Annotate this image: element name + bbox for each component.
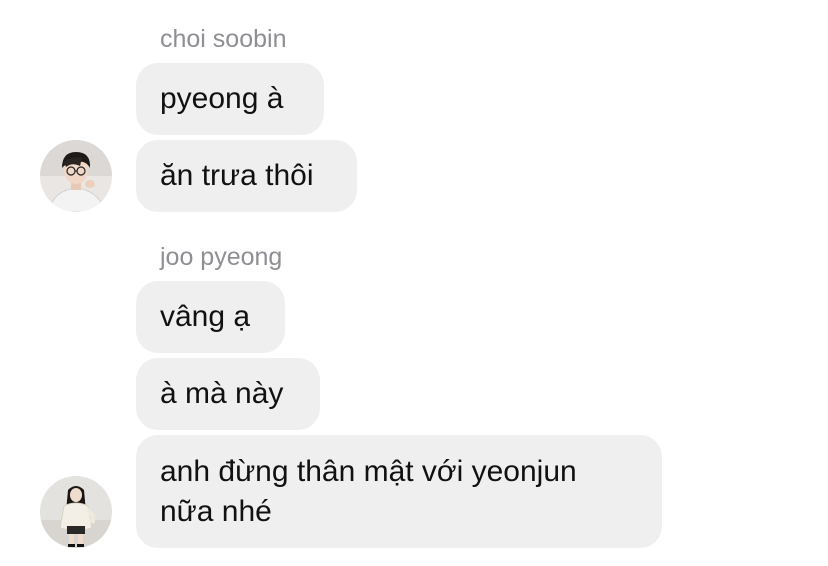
message-text: à mà này (160, 377, 284, 410)
message-bubble[interactable]: à mà này (136, 358, 320, 430)
message-bubble[interactable]: pyeong à (136, 63, 324, 135)
message-text: ăn trưa thôi (160, 159, 314, 192)
avatar-pyeong-icon[interactable] (40, 476, 112, 548)
message-text-line: nữa nhé (160, 495, 272, 528)
sender-name-pyeong: joo pyeong (160, 243, 283, 271)
message-bubble[interactable]: ăn trưa thôi (136, 140, 357, 212)
message-bubble[interactable]: anh đừng thân mật với yeonjun nữa nhé (136, 435, 662, 548)
message-bubble[interactable]: vâng ạ (136, 281, 285, 353)
message-text: pyeong à (160, 82, 284, 115)
avatar-soobin-icon[interactable] (40, 140, 112, 212)
sender-name-soobin: choi soobin (160, 25, 287, 53)
message-text-line: anh đừng thân mật với yeonjun (160, 455, 577, 488)
message-text: vâng ạ (160, 300, 251, 333)
